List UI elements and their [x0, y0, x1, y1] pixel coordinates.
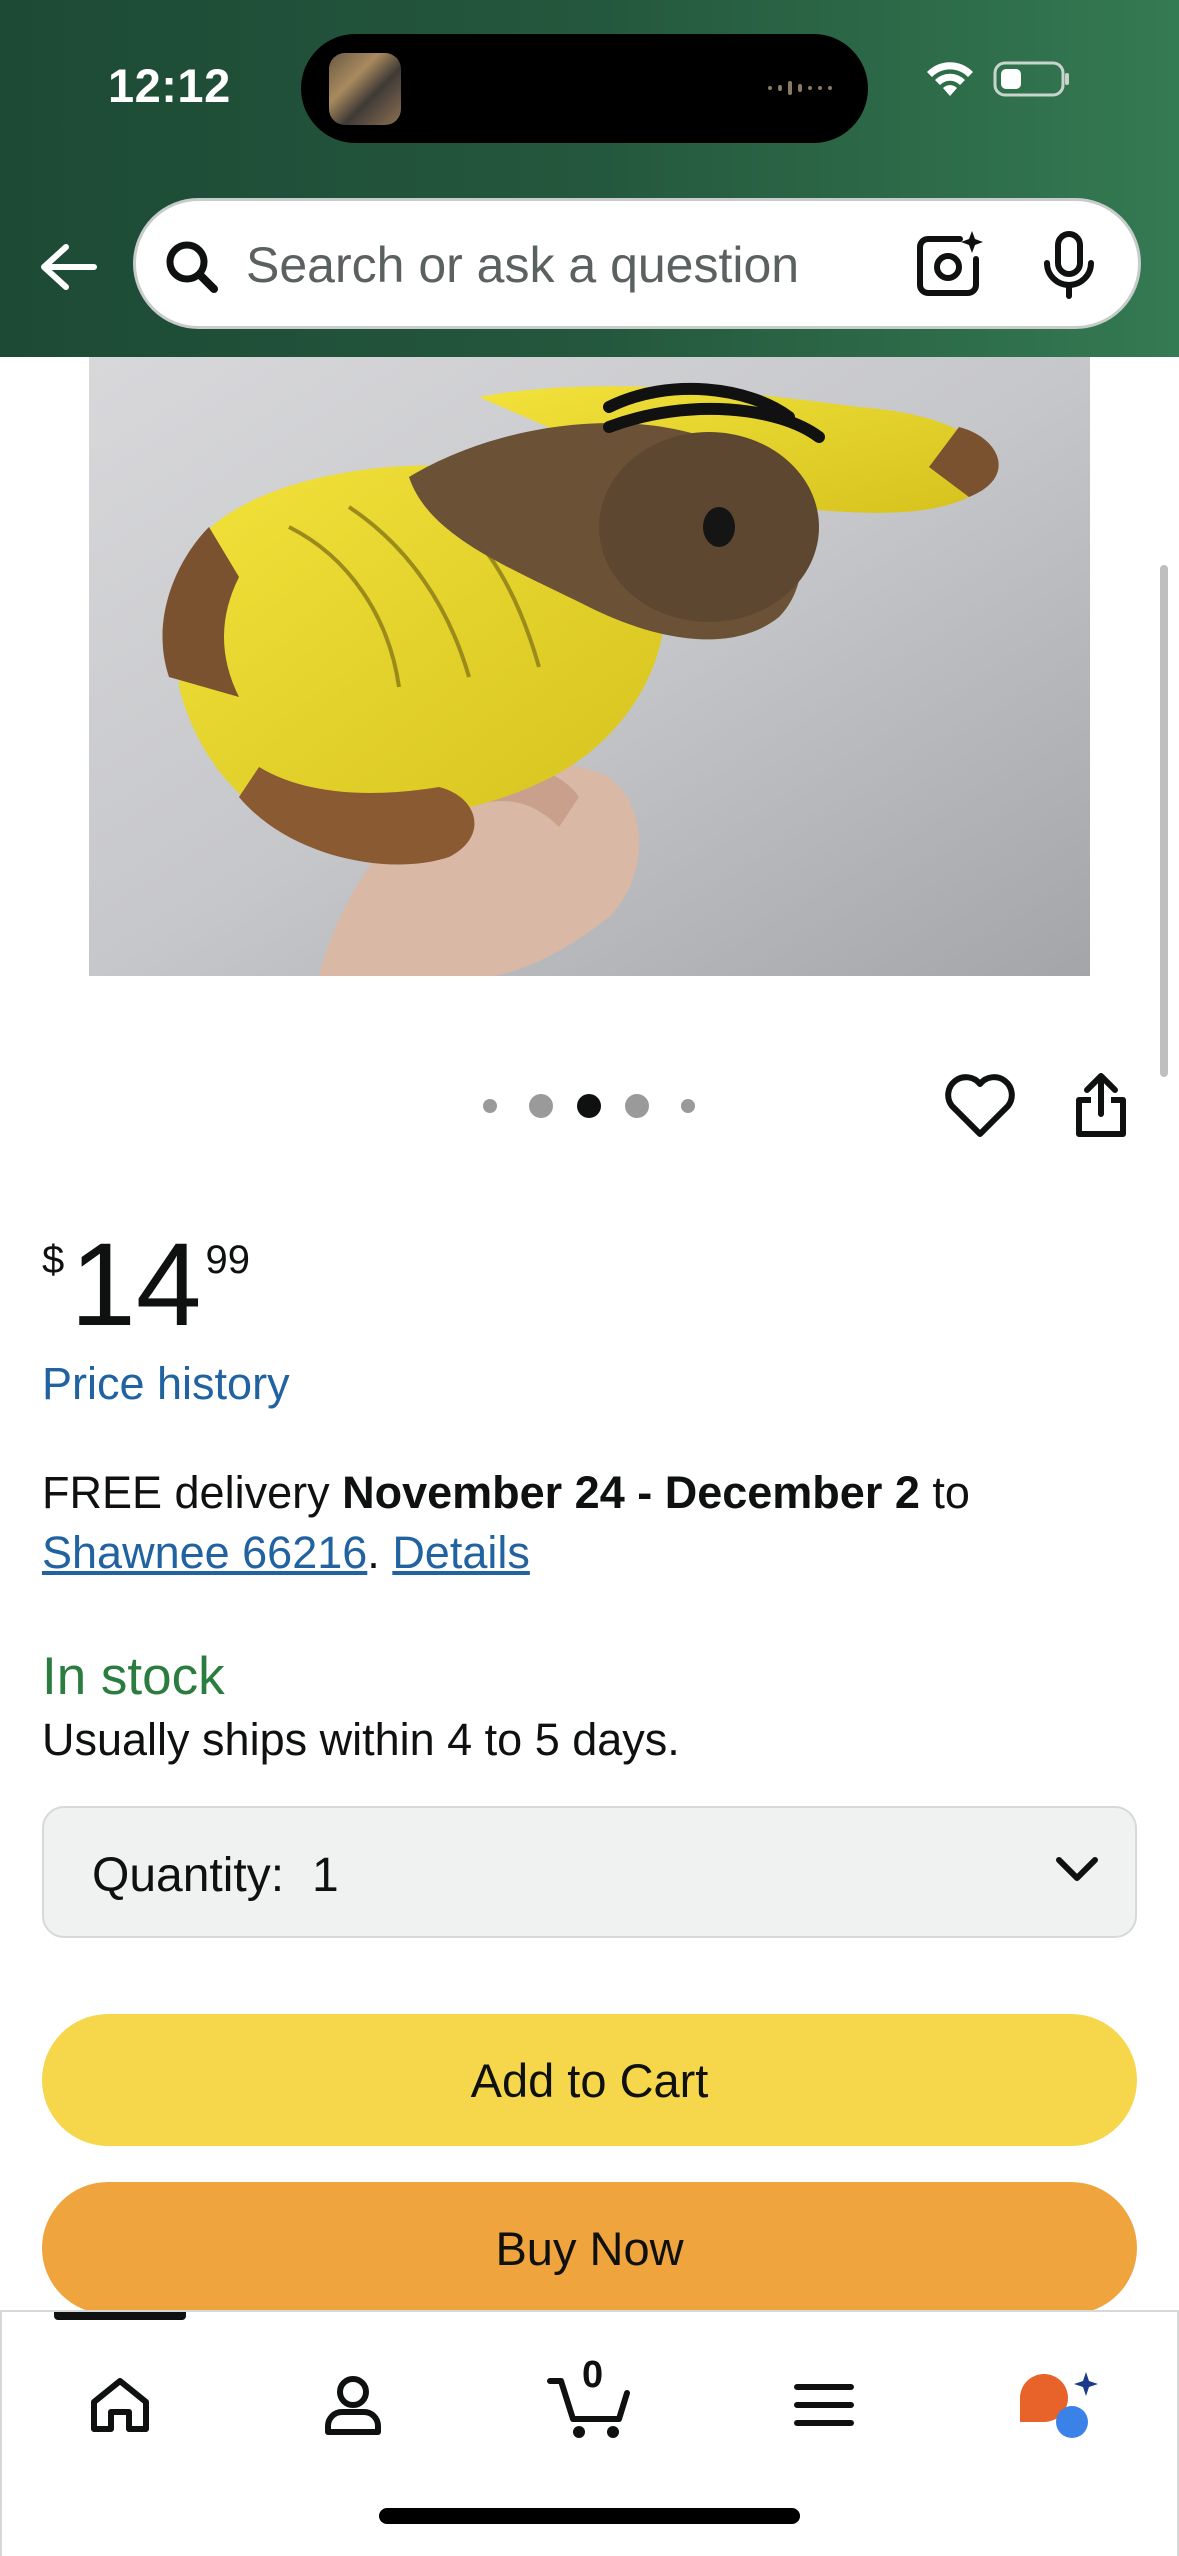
tab-rufus[interactable] — [998, 2350, 1118, 2460]
cart-count-badge: 0 — [582, 2354, 604, 2396]
stock-status: In stock — [42, 1647, 225, 1706]
price-symbol: $ — [42, 1238, 65, 1282]
search-input[interactable] — [246, 223, 926, 307]
carousel-dot[interactable] — [483, 1099, 497, 1113]
microphone-icon[interactable] — [1041, 231, 1097, 299]
delivery-details-link[interactable]: Details — [392, 1527, 530, 1578]
status-time: 12:12 — [108, 59, 231, 112]
price-fraction: 99 — [205, 1238, 251, 1282]
delivery-info: FREE delivery November 24 - December 2 t… — [42, 1463, 1142, 1583]
active-tab-indicator — [54, 2312, 186, 2320]
arrow-left-icon — [41, 244, 97, 290]
delivery-separator: . — [367, 1527, 393, 1578]
add-to-cart-button[interactable]: Add to Cart — [42, 2014, 1137, 2146]
chevron-down-icon — [1056, 1857, 1098, 1881]
app-header: 12:12 — [0, 0, 1179, 357]
share-icon[interactable] — [1073, 1072, 1129, 1138]
quantity-value: 1 — [312, 1849, 339, 1902]
tab-home[interactable] — [60, 2350, 180, 2460]
price-whole: 14 — [70, 1219, 202, 1351]
delivery-dates: November 24 - December 2 — [342, 1467, 920, 1518]
price-history-link[interactable]: Price history — [42, 1358, 290, 1410]
tab-account[interactable] — [293, 2350, 413, 2460]
plush-moth-photo — [89, 357, 1090, 976]
home-indicator — [379, 2508, 800, 2524]
back-button[interactable] — [30, 232, 106, 302]
tab-menu[interactable] — [764, 2350, 884, 2460]
status-icons — [925, 60, 1071, 98]
search-bar[interactable] — [133, 198, 1141, 329]
carousel-dot[interactable] — [625, 1094, 649, 1118]
quantity-select[interactable]: Quantity: 1 — [42, 1806, 1137, 1938]
rufus-assistant-icon — [1020, 2372, 1098, 2438]
heart-icon[interactable] — [944, 1074, 1016, 1138]
buy-now-button[interactable]: Buy Now — [42, 2182, 1137, 2314]
quantity-label: Quantity: — [92, 1849, 285, 1902]
product-image[interactable] — [89, 357, 1090, 976]
delivery-location-link[interactable]: Shawnee 66216 — [42, 1527, 367, 1578]
search-icon — [166, 241, 218, 293]
camera-search-icon[interactable] — [914, 229, 986, 301]
home-icon — [91, 2378, 149, 2432]
carousel-dot-active[interactable] — [577, 1094, 601, 1118]
tab-cart[interactable]: 0 — [530, 2350, 650, 2460]
carousel-dots[interactable] — [483, 1094, 695, 1118]
carousel-dot[interactable] — [681, 1099, 695, 1113]
person-icon — [325, 2376, 381, 2435]
wifi-icon — [927, 62, 973, 96]
delivery-prefix: FREE delivery — [42, 1467, 343, 1518]
carousel-dot[interactable] — [529, 1094, 553, 1118]
delivery-to: to — [919, 1467, 970, 1518]
dynamic-island — [301, 34, 868, 143]
scrollbar[interactable] — [1160, 565, 1168, 1077]
shipping-estimate: Usually ships within 4 to 5 days. — [42, 1714, 680, 1765]
now-playing-thumbnail — [329, 53, 401, 125]
battery-icon — [993, 61, 1069, 97]
menu-icon — [794, 2384, 854, 2426]
price: $ 14 99 — [42, 1226, 250, 1344]
audio-wave-icon — [768, 81, 832, 95]
